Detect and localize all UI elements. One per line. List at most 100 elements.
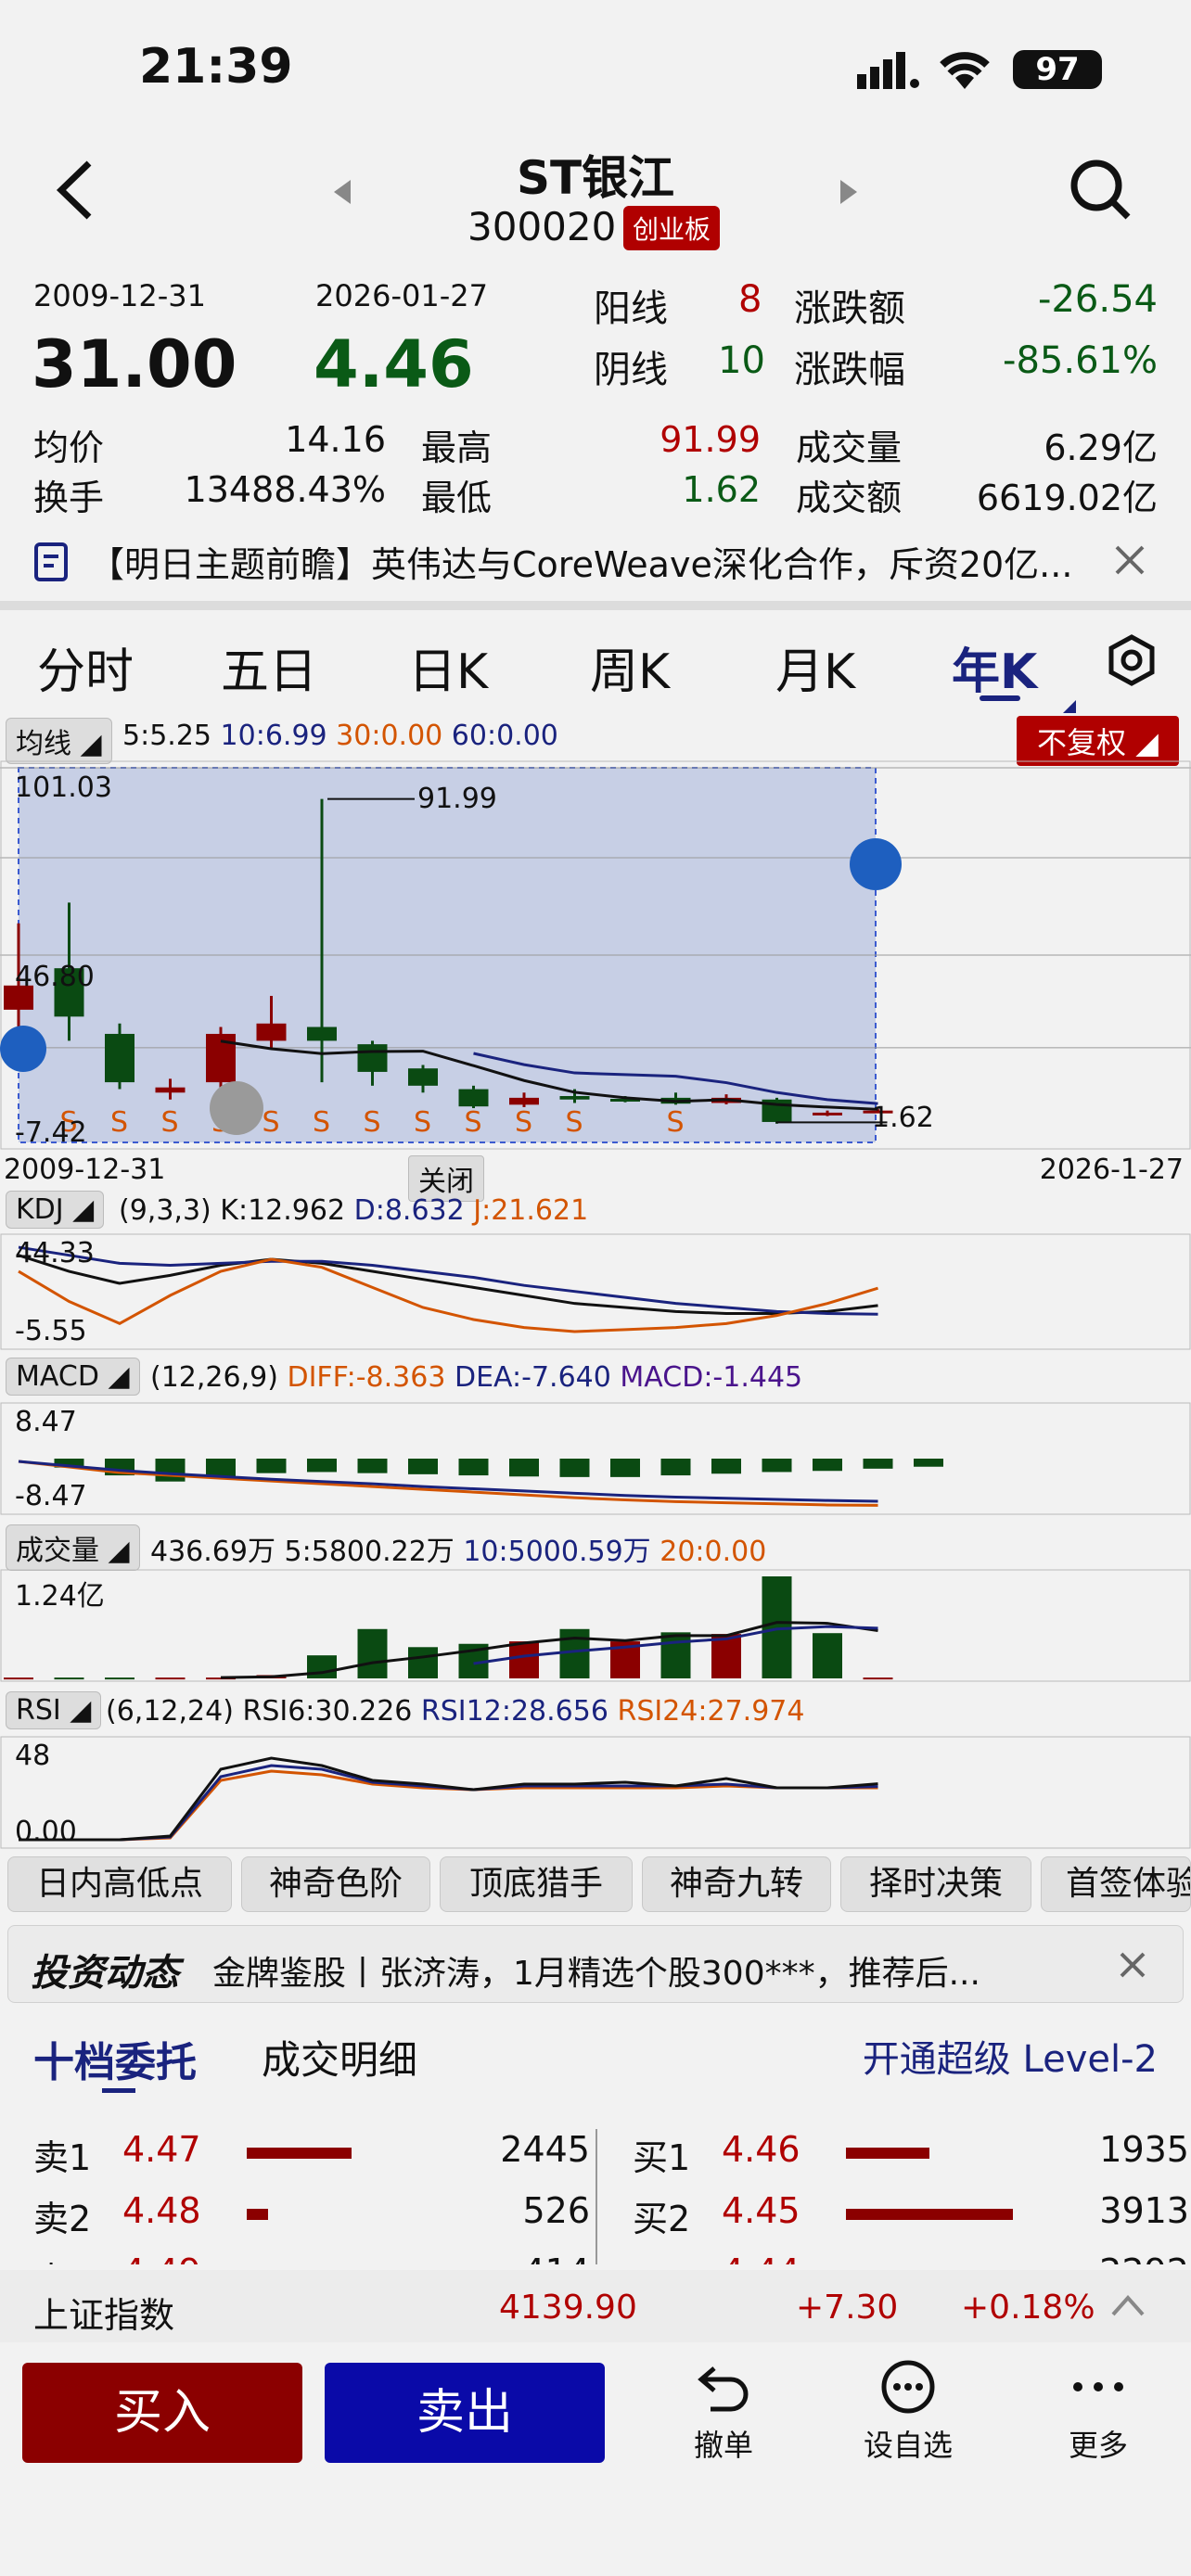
invest-news-banner[interactable]: 投资动态 金牌鉴股丨张济涛，1月精选个股300***，推荐后... [7,1925,1184,2003]
more-button[interactable]: 更多 [1052,2359,1145,2465]
kdj-k: K:12.962 [220,1194,346,1227]
sell-order-row[interactable]: 卖3 4.49 414 [33,2251,590,2264]
avg-label: 均价 [33,427,105,468]
sell-level-label: 卖1 [33,2137,92,2178]
candle-body [813,1112,842,1116]
tool-color-scale[interactable]: 神奇色阶 [241,1856,430,1912]
buy-price: 4.46 [722,2129,800,2170]
sell-order-row[interactable]: 卖2 4.48 526 [33,2190,590,2242]
tab-trade-detail[interactable]: 成交明细 [262,2029,417,2085]
start-price: 31.00 [32,326,237,402]
ma-selector[interactable]: 均线 ◢ [6,718,112,764]
vol-bar [4,1677,33,1680]
ma-values: 5:5.25 10:6.99 30:0.00 60:0.00 [122,720,558,752]
kdj-d: D:8.632 [353,1194,465,1227]
buy-volume-bar [846,2209,1013,2220]
candle-body [105,1033,134,1083]
candle-body [408,1068,438,1086]
vol-bar [155,1677,186,1680]
add-watchlist-button[interactable]: 设自选 [857,2359,959,2465]
vol-bar [863,1677,893,1680]
yang-label: 阳线 [594,287,668,330]
invest-news-text[interactable]: 金牌鉴股丨张济涛，1月精选个股300***，推荐后... [212,1946,1047,1995]
fq-selector[interactable]: 不复权 ◢ [1017,716,1179,766]
rsi-params: (6,12,24) [106,1695,234,1728]
yang-value: 8 [738,278,762,321]
candle-body [357,1044,388,1072]
buy-order-row[interactable]: 买2 4.45 3913 [633,2190,1189,2242]
macd-selector[interactable]: MACD ◢ [6,1358,140,1396]
vol-bar [105,1677,134,1680]
rsi-selector[interactable]: RSI ◢ [6,1691,102,1729]
macd-bar [610,1459,640,1477]
ma30-value: 30:0.00 [336,720,443,752]
vol-values: 436.69万 5:5800.22万 10:5000.59万 20:0.00 [150,1528,766,1569]
kdj-selector[interactable]: KDJ ◢ [6,1191,105,1229]
tab-zhouk[interactable]: 周K [590,632,670,702]
news-close-icon[interactable] [1113,543,1146,580]
next-stock-icon[interactable] [837,178,859,210]
news-text[interactable]: 【明日主题前瞻】英伟达与CoreWeave深化合作，斥资20亿... [89,536,1091,587]
range-handle-right[interactable] [850,838,902,890]
amount-label: 成交额 [796,478,903,518]
buy-order-row[interactable]: 买1 4.46 1935 [633,2129,1189,2181]
active-tab-underline [980,695,1020,701]
kline-low-label: 1.62 [872,1102,934,1134]
vol-selector[interactable]: 成交量 ◢ [6,1524,140,1571]
index-bar[interactable]: 上证指数 4139.90 +7.30 +0.18% [0,2270,1191,2342]
eraser-icon[interactable] [210,1081,263,1135]
sell-price: 4.47 [122,2129,201,2170]
cancel-order-button[interactable]: 撤单 [677,2359,770,2465]
divider [0,601,1191,610]
macd-bar [509,1459,539,1477]
settings-gear-icon[interactable] [1106,634,1158,698]
period-tabs: 分时 五日 日K 周K 月K 年K [0,621,1191,713]
tool-nine-turns[interactable]: 神奇九转 [642,1856,831,1912]
sell-order-row[interactable]: 卖1 4.47 2445 [33,2129,590,2181]
tab-order-book[interactable]: 十档委托 [33,2029,197,2088]
tab-rik[interactable]: 日K [408,632,488,702]
s-marker: S [566,1106,583,1139]
chevron-up-icon[interactable] [1109,2292,1146,2322]
invest-brand: 投资动态 [31,1952,179,1995]
tool-intraday-highlow[interactable]: 日内高低点 [7,1856,232,1912]
ma-label: 均线 [16,728,71,760]
vol-bar [660,1632,691,1678]
range-handle-left[interactable] [0,1026,46,1072]
tool-timing[interactable]: 择时决策 [840,1856,1031,1912]
s-marker: S [667,1106,685,1139]
rsi-ymax: 48 [15,1740,51,1772]
sell-button[interactable]: 卖出 [325,2363,605,2463]
kline-ymax: 101.03 [15,772,112,804]
chat-icon [881,2360,935,2414]
level2-link[interactable]: 开通超级 Level-2 [863,2029,1158,2083]
tool-first-sign[interactable]: 首签体验 [1041,1856,1191,1912]
tab-fenshi[interactable]: 分时 [37,632,134,702]
rsi-label: RSI [16,1694,61,1727]
sell-volume: 2445 [500,2129,590,2170]
change-pct: -85.61% [1003,339,1158,382]
s-marker: S [313,1106,330,1139]
macd-label: MACD [16,1360,99,1393]
kdj-ymax: 44.33 [15,1237,95,1269]
tab-yuek[interactable]: 月K [775,632,855,702]
macd-bar [711,1459,741,1474]
buy-button[interactable]: 买入 [22,2363,302,2463]
buy-order-row[interactable]: 买3 4.44 2292 [633,2251,1189,2264]
news-banner[interactable]: 【明日主题前瞻】英伟达与CoreWeave深化合作，斥资20亿... [0,529,1191,592]
kdj-label: KDJ [16,1193,64,1226]
tab-wuri[interactable]: 五日 [221,632,317,702]
buy-price: 4.44 [722,2251,800,2264]
tab-niank[interactable]: 年K [952,632,1037,702]
rsi12: RSI12:28.656 [420,1695,608,1728]
macd-params: (12,26,9) [150,1361,278,1394]
invest-close-icon[interactable] [1118,1950,1147,1983]
macd-ymax: 8.47 [15,1406,77,1438]
yin-value: 10 [718,339,765,382]
candle-body [256,1023,287,1041]
sell-volume-bar [247,2209,268,2220]
kline-chart[interactable]: SSSSSSSSSSSS [0,760,1191,1150]
tool-top-bottom[interactable]: 顶底猎手 [440,1856,633,1912]
s-marker: S [364,1106,381,1139]
search-icon[interactable] [1069,158,1133,226]
